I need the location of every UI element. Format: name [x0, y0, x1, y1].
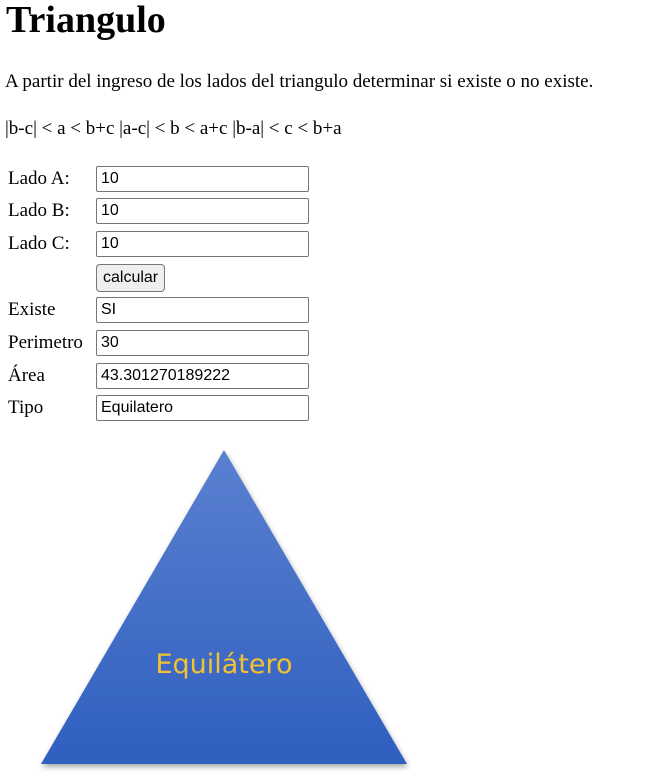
page-title: Triangulo: [6, 0, 166, 41]
area-label: Área: [8, 365, 45, 386]
area-row: Área: [8, 363, 318, 389]
area-output[interactable]: [96, 363, 309, 389]
type-output[interactable]: [96, 395, 309, 421]
exists-row: Existe: [8, 297, 318, 323]
side-b-label: Lado B:: [8, 200, 70, 221]
triangle-type-image: Equilátero: [41, 450, 407, 764]
side-c-input[interactable]: [96, 231, 309, 257]
type-row: Tipo: [8, 395, 318, 421]
perimeter-row: Perimetro: [8, 330, 318, 356]
triangle-caption: Equilátero: [155, 649, 292, 680]
side-a-input[interactable]: [96, 166, 309, 192]
calculate-button[interactable]: calcular: [96, 264, 166, 292]
page-description: A partir del ingreso de los lados del tr…: [5, 71, 594, 92]
perimeter-label: Perimetro: [8, 332, 83, 353]
exists-output[interactable]: [96, 297, 309, 323]
perimeter-output[interactable]: [96, 330, 309, 356]
triangle-inequality-text: |b-c| < a < b+c |a-c| < b < a+c |b-a| < …: [5, 118, 342, 139]
side-c-row: Lado C:: [8, 231, 318, 257]
side-b-row: Lado B:: [8, 198, 318, 224]
exists-label: Existe: [8, 299, 56, 320]
side-b-input[interactable]: [96, 198, 309, 224]
type-label: Tipo: [8, 397, 44, 418]
equilateral-triangle-shape: [41, 450, 407, 764]
side-c-label: Lado C:: [8, 233, 70, 254]
side-a-row: Lado A:: [8, 166, 318, 192]
side-a-label: Lado A:: [8, 168, 70, 189]
